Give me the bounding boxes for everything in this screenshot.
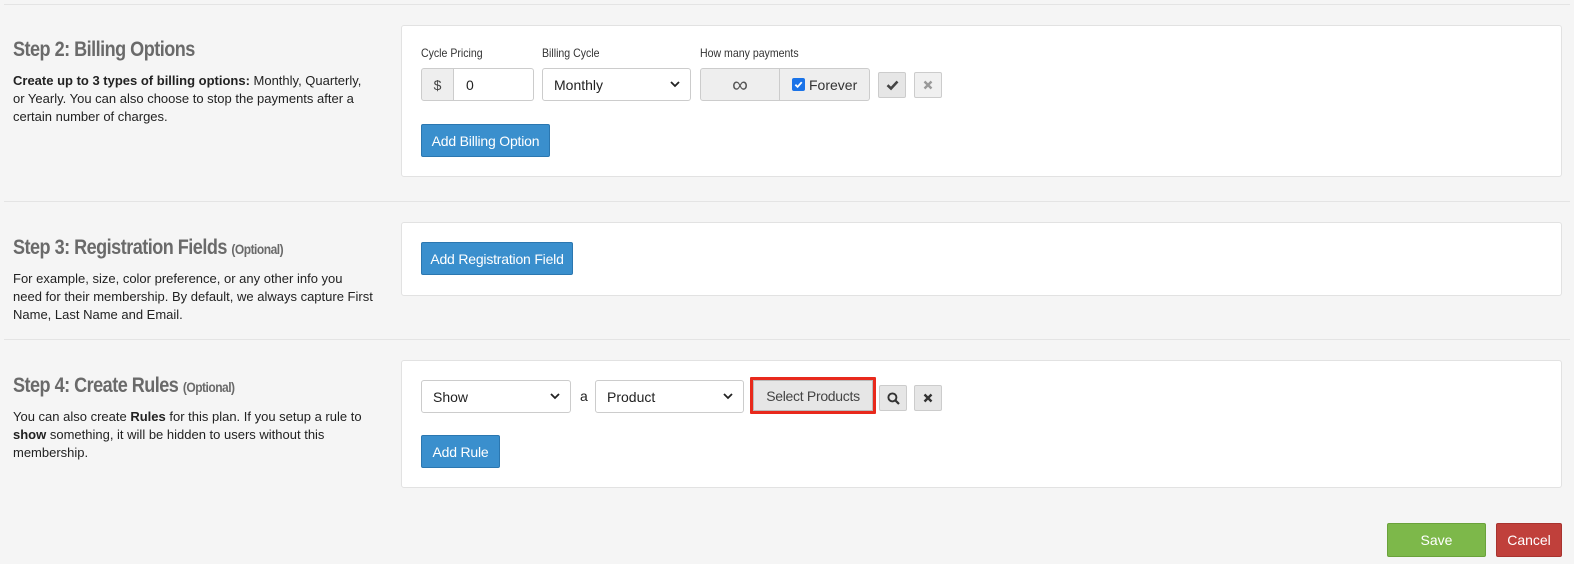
step4-desc-rules: Rules xyxy=(130,409,166,424)
add-billing-option-button[interactable]: Add Billing Option xyxy=(421,124,550,157)
rule-action-value: Show xyxy=(433,388,469,405)
search-icon xyxy=(886,391,900,405)
rule-action-select[interactable]: Show xyxy=(421,380,571,413)
cancel-button[interactable]: Cancel xyxy=(1496,523,1562,557)
optional-tag: (Optional) xyxy=(182,379,235,395)
divider xyxy=(4,339,1570,340)
step3-description: For example, size, color preference, or … xyxy=(13,271,373,322)
check-icon xyxy=(794,81,803,89)
search-products-button[interactable] xyxy=(879,385,907,411)
close-icon xyxy=(923,80,933,90)
step4-desc-2: for this plan. If you setup a rule to xyxy=(165,409,362,424)
step4-title: Step 4: Create Rules (Optional) xyxy=(13,374,323,398)
rule-type-value: Product xyxy=(607,388,656,405)
infinity-icon: ∞ xyxy=(700,68,780,101)
remove-rule-button[interactable] xyxy=(914,385,942,411)
chevron-down-icon xyxy=(550,393,560,400)
save-button[interactable]: Save xyxy=(1387,523,1486,557)
step3-title-text: Step 3: Registration Fields xyxy=(13,236,227,259)
billing-cycle-value: Monthly xyxy=(554,76,604,93)
step4-desc-3: something, it will be hidden to users wi… xyxy=(13,427,325,460)
cycle-price-input[interactable]: 0 xyxy=(454,68,534,101)
add-registration-field-button[interactable]: Add Registration Field xyxy=(421,242,573,275)
select-products-button[interactable]: Select Products xyxy=(753,380,873,411)
billing-cycle-label: Billing Cycle xyxy=(542,46,600,60)
step2-info: Step 2: Billing Options Create up to 3 t… xyxy=(13,38,373,124)
forever-label: Forever xyxy=(809,76,858,93)
registration-fields-panel: Add Registration Field xyxy=(401,222,1562,296)
step4-info: Step 4: Create Rules (Optional) You can … xyxy=(13,374,373,460)
step4-description: You can also create Rules for this plan.… xyxy=(13,408,373,462)
payments-group: ∞ Forever xyxy=(700,68,870,101)
step2-description: Create up to 3 types of billing options:… xyxy=(13,72,373,126)
step2-desc-bold: Create up to 3 types of billing options: xyxy=(13,73,250,88)
create-rules-panel: Show a Product Select Products Add Rule xyxy=(401,360,1562,488)
check-icon xyxy=(886,80,898,91)
rule-article: a xyxy=(580,388,588,404)
forever-checkbox[interactable] xyxy=(792,78,805,91)
chevron-down-icon xyxy=(670,81,680,88)
currency-addon: $ xyxy=(421,68,454,101)
remove-billing-button[interactable] xyxy=(914,72,942,98)
step4-desc-1: You can also create xyxy=(13,409,131,424)
cycle-pricing-label: Cycle Pricing xyxy=(421,46,483,60)
billing-options-panel: Cycle Pricing $ 0 Billing Cycle Monthly … xyxy=(401,25,1562,177)
rule-type-select[interactable]: Product xyxy=(595,380,744,413)
step4-title-text: Step 4: Create Rules xyxy=(13,374,179,397)
close-icon xyxy=(923,393,933,403)
step3-info: Step 3: Registration Fields (Optional) F… xyxy=(13,236,373,322)
forever-checkbox-group[interactable]: Forever xyxy=(780,68,870,101)
step2-title: Step 2: Billing Options xyxy=(13,38,195,61)
chevron-down-icon xyxy=(723,393,733,400)
divider xyxy=(4,4,1570,5)
cycle-pricing-group: $ 0 xyxy=(421,68,534,101)
step4-desc-show: show xyxy=(13,427,47,442)
payments-label: How many payments xyxy=(700,46,799,60)
optional-tag: (Optional) xyxy=(231,241,284,257)
billing-cycle-select[interactable]: Monthly xyxy=(542,68,691,101)
divider xyxy=(4,201,1570,202)
add-rule-button[interactable]: Add Rule xyxy=(421,435,500,468)
confirm-billing-button[interactable] xyxy=(878,72,906,98)
step3-title: Step 3: Registration Fields (Optional) xyxy=(13,236,323,260)
